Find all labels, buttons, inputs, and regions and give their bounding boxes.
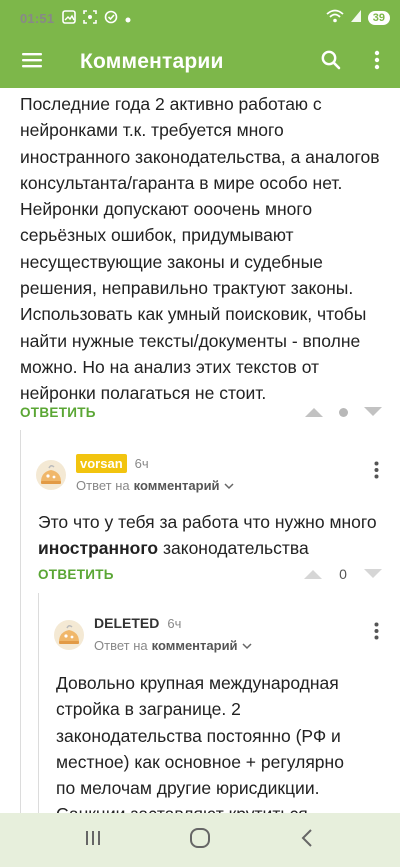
reply-to-target: комментарий bbox=[133, 478, 220, 493]
system-navigation-bar bbox=[0, 813, 400, 867]
score-dot bbox=[339, 407, 348, 417]
comment-actions: ОТВЕТИТЬ bbox=[20, 398, 392, 426]
comment-header: vorsan 6ч Ответ на комментарий bbox=[36, 452, 234, 493]
kebab-icon bbox=[374, 461, 379, 484]
avatar[interactable] bbox=[36, 460, 66, 490]
reply-to[interactable]: Ответ на комментарий bbox=[94, 638, 252, 653]
gallery-icon bbox=[62, 9, 77, 27]
search-button[interactable] bbox=[308, 36, 354, 88]
check-circle-icon bbox=[104, 10, 118, 27]
upvote-button[interactable] bbox=[302, 567, 324, 581]
kebab-icon bbox=[374, 622, 379, 645]
upvote-button[interactable] bbox=[303, 405, 325, 419]
author-name[interactable]: DELETED bbox=[94, 615, 159, 631]
chevron-down-icon bbox=[242, 638, 252, 653]
recent-apps-icon bbox=[84, 829, 102, 852]
comment-text: Довольно крупная международная стройка в… bbox=[56, 673, 344, 813]
comment-score: 0 bbox=[339, 566, 347, 582]
thread-line bbox=[38, 593, 39, 813]
reply-button[interactable]: ОТВЕТИТЬ bbox=[20, 405, 96, 420]
comment-time: 6ч bbox=[167, 615, 182, 631]
reply-button[interactable]: ОТВЕТИТЬ bbox=[38, 567, 114, 582]
status-time: 01:51 bbox=[20, 10, 55, 26]
comment-text: Это что у тебя за работа что нужно много… bbox=[38, 512, 377, 559]
avatar[interactable] bbox=[54, 620, 84, 650]
thread-line bbox=[20, 430, 21, 813]
comment-header: DELETED 6ч Ответ на комментарий bbox=[54, 612, 252, 653]
reply-to[interactable]: Ответ на комментарий bbox=[76, 478, 234, 493]
chevron-down-icon bbox=[224, 478, 234, 493]
comment-actions: ОТВЕТИТЬ 0 bbox=[38, 560, 392, 588]
status-bar: 01:51 39 bbox=[0, 0, 400, 36]
screenshot-icon bbox=[83, 9, 98, 27]
reply-to-target: комментарий bbox=[151, 638, 238, 653]
back-button[interactable] bbox=[277, 820, 337, 860]
recent-apps-button[interactable] bbox=[63, 820, 123, 860]
notification-dot-icon bbox=[125, 11, 131, 26]
downvote-button[interactable] bbox=[362, 567, 384, 581]
page-title: Комментарии bbox=[80, 50, 224, 73]
downvote-button[interactable] bbox=[362, 405, 384, 419]
wifi-icon bbox=[326, 9, 344, 27]
signal-icon bbox=[350, 9, 362, 27]
comment-menu-button[interactable] bbox=[366, 457, 386, 487]
app-bar: Комментарии bbox=[0, 36, 400, 88]
home-icon bbox=[189, 827, 211, 854]
comment-menu-button[interactable] bbox=[366, 618, 386, 648]
search-icon bbox=[321, 50, 341, 75]
comments-list: Последние года 2 активно работаю с нейро… bbox=[0, 88, 400, 813]
comment-bold-text: иностранного bbox=[38, 538, 159, 559]
hamburger-icon bbox=[22, 52, 42, 73]
battery-indicator: 39 bbox=[367, 11, 390, 25]
comment-time: 6ч bbox=[134, 455, 149, 471]
kebab-icon bbox=[374, 50, 380, 75]
back-icon bbox=[300, 828, 314, 853]
comment-text: Последние года 2 активно работаю с нейро… bbox=[20, 94, 380, 404]
menu-button[interactable] bbox=[0, 36, 64, 88]
home-button[interactable] bbox=[170, 820, 230, 860]
author-badge[interactable]: vorsan bbox=[76, 453, 127, 473]
more-options-button[interactable] bbox=[354, 36, 400, 88]
